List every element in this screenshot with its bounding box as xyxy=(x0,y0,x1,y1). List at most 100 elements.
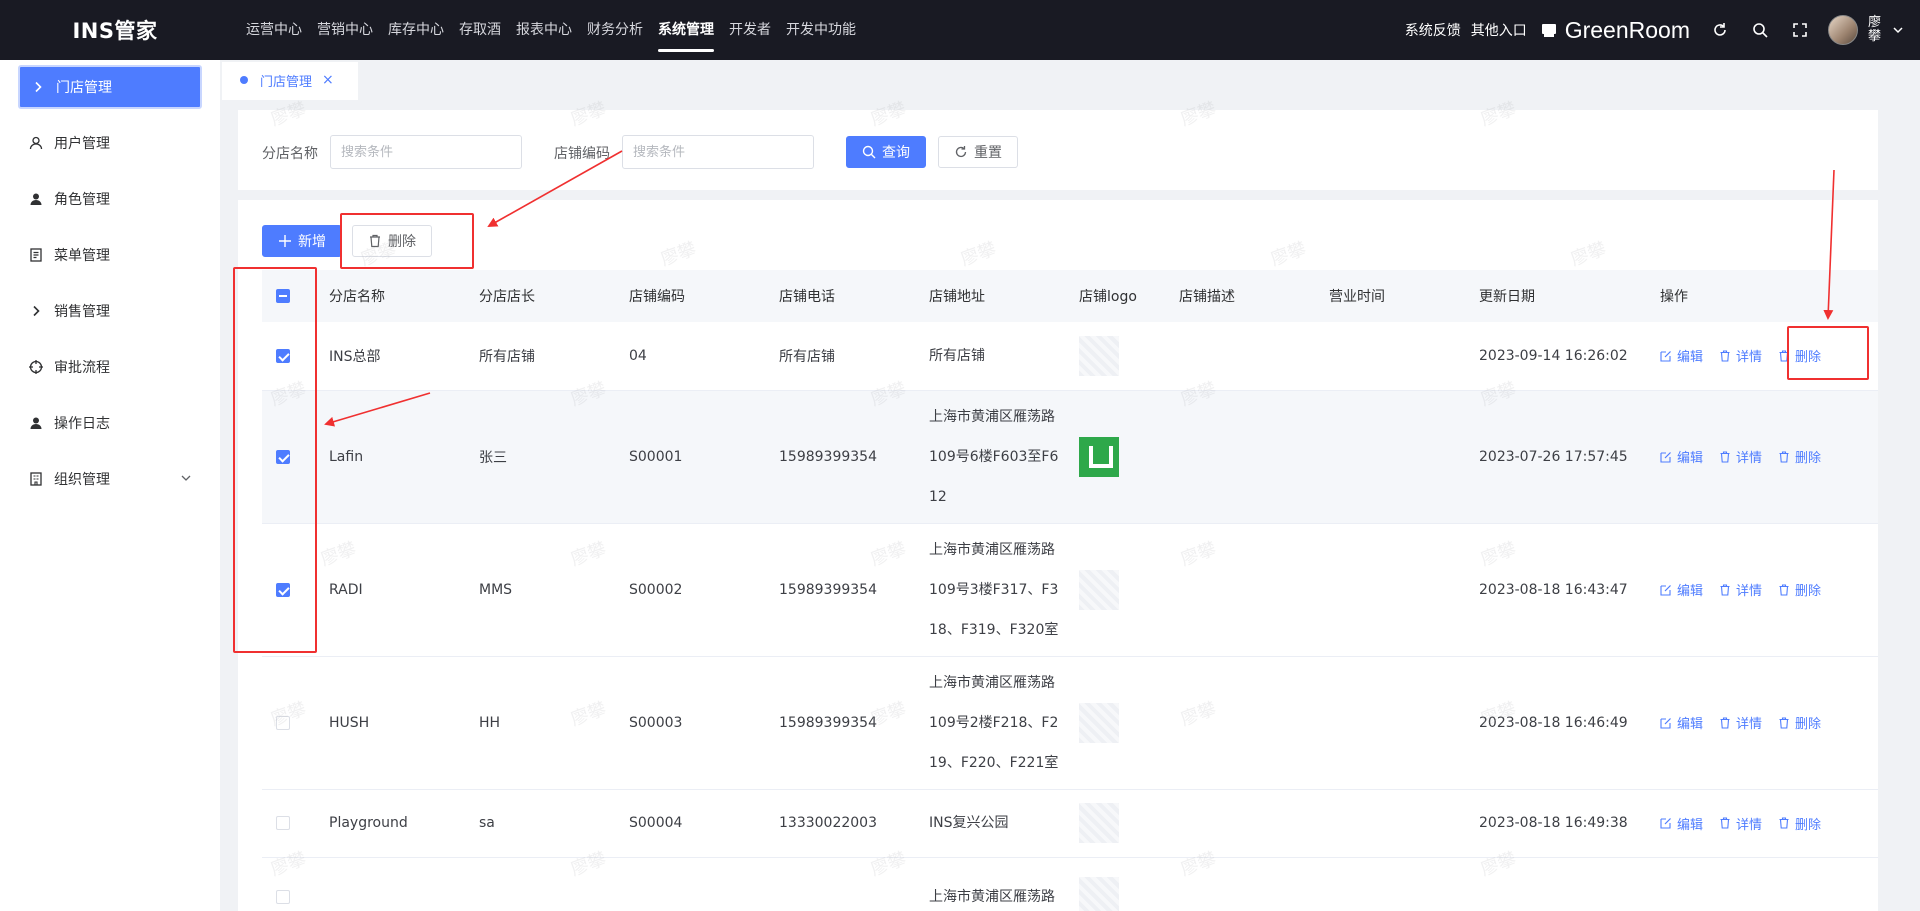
address-line: 109号3楼F317、F3 xyxy=(929,581,1059,598)
sidebar-item[interactable]: 门店管理 xyxy=(18,65,202,109)
top-nav-item[interactable]: 报表中心 xyxy=(516,0,572,60)
cell-description xyxy=(1179,523,1329,657)
row-checkbox[interactable] xyxy=(276,890,290,904)
top-nav-item[interactable]: 库存中心 xyxy=(388,0,444,60)
cell-description xyxy=(1179,789,1329,858)
user-name[interactable]: 廖攀 xyxy=(1868,16,1884,44)
tab-store-management[interactable]: 门店管理 × xyxy=(222,62,358,100)
add-label: 新增 xyxy=(298,234,326,250)
query-label: 查询 xyxy=(882,145,910,161)
table-row[interactable]: INS总部 所有店铺 04 所有店铺 所有店铺 2023-09-14 16:26:02 编辑… xyxy=(262,322,1878,391)
sidebar-item[interactable]: 操作日志 xyxy=(18,401,202,445)
cell-phone: 15989399354 xyxy=(779,390,929,524)
chevron-down-icon[interactable] xyxy=(1892,24,1904,36)
sidebar-item[interactable]: 审批流程 xyxy=(18,345,202,389)
detail-button[interactable]: 详情 xyxy=(1719,346,1762,365)
detail-button[interactable]: 详情 xyxy=(1719,580,1762,599)
cell-name: INS总部 xyxy=(329,322,479,391)
tab-bar: 门店管理 × xyxy=(220,60,1920,100)
table-row[interactable]: HUSH HH S00003 15989399354 上海市黄浦区雁荡路 109号2楼F2… xyxy=(262,656,1878,790)
cell-name xyxy=(329,857,479,911)
edit-button[interactable]: 编辑 xyxy=(1660,580,1703,599)
fullscreen-icon[interactable] xyxy=(1790,20,1810,40)
sidebar-item-label: 门店管理 xyxy=(56,80,112,96)
other-entry-link[interactable]: 其他入口 xyxy=(1471,20,1527,40)
table-row[interactable]: RADI MMS S00002 15989399354 上海市黄浦区雁荡路 109号3楼F… xyxy=(262,523,1878,657)
detail-button[interactable]: 详情 xyxy=(1719,447,1762,466)
search-panel: 分店名称 店铺编码 查询 重置 xyxy=(238,110,1878,190)
edit-button[interactable]: 编辑 xyxy=(1660,447,1703,466)
sidebar-item-label: 操作日志 xyxy=(54,416,110,432)
row-select-cell xyxy=(262,322,329,391)
sidebar-item-label: 菜单管理 xyxy=(54,248,110,264)
table-row[interactable]: 上海市黄浦区雁荡路 xyxy=(262,857,1878,911)
cell-manager: sa xyxy=(479,789,629,858)
address-line: 上海市黄浦区雁荡路 xyxy=(929,674,1055,691)
sidebar-item[interactable]: 组织管理 xyxy=(18,457,202,501)
bulk-delete-button[interactable]: 删除 xyxy=(352,225,432,257)
row-delete-button[interactable]: 删除 xyxy=(1778,346,1821,365)
delete-label: 删除 xyxy=(1795,350,1822,366)
address-line: 12 xyxy=(929,488,947,505)
edit-button[interactable]: 编辑 xyxy=(1660,814,1703,833)
row-delete-button[interactable]: 删除 xyxy=(1778,580,1821,599)
top-nav-item[interactable]: 开发中功能 xyxy=(786,0,856,60)
refresh-icon[interactable] xyxy=(1710,20,1730,40)
store-code-input[interactable] xyxy=(622,135,814,169)
trash-icon xyxy=(1779,450,1789,463)
top-nav-item[interactable]: 运营中心 xyxy=(246,0,302,60)
row-checkbox[interactable] xyxy=(276,582,290,597)
top-nav-item[interactable]: 财务分析 xyxy=(587,0,643,60)
row-checkbox[interactable] xyxy=(276,449,290,464)
table-row[interactable]: Playground sa S00004 13330022003 INS复兴公园 2023… xyxy=(262,789,1878,858)
query-button[interactable]: 查询 xyxy=(846,136,926,168)
close-icon[interactable]: × xyxy=(322,72,334,88)
edit-icon xyxy=(1660,818,1671,829)
store-name[interactable]: GreenRoom xyxy=(1565,17,1690,44)
brand-logo[interactable]: INS管家 xyxy=(0,15,230,45)
store-logo-image xyxy=(1079,702,1119,743)
address-line: 上海市黄浦区雁荡路 xyxy=(929,541,1055,558)
edit-label: 编辑 xyxy=(1677,717,1704,732)
top-nav-item[interactable]: 存取酒 xyxy=(459,0,501,60)
row-delete-button[interactable]: 删除 xyxy=(1778,814,1821,833)
sidebar-item[interactable]: 销售管理 xyxy=(18,289,202,333)
sidebar-item[interactable]: 菜单管理 xyxy=(18,233,202,277)
top-nav-item[interactable]: 营销中心 xyxy=(317,0,373,60)
trash-icon xyxy=(1779,583,1789,596)
row-delete-button[interactable]: 删除 xyxy=(1778,713,1821,732)
edit-icon xyxy=(1660,717,1671,729)
detail-button[interactable]: 详情 xyxy=(1719,814,1762,833)
select-all-checkbox[interactable] xyxy=(276,289,290,303)
sidebar-item[interactable]: 角色管理 xyxy=(18,177,202,221)
feedback-link[interactable]: 系统反馈 xyxy=(1405,20,1461,40)
top-nav-item[interactable]: 开发者 xyxy=(729,0,771,60)
reset-button[interactable]: 重置 xyxy=(938,136,1018,168)
row-checkbox[interactable] xyxy=(276,816,290,830)
detail-button[interactable]: 详情 xyxy=(1719,713,1762,732)
avatar[interactable] xyxy=(1828,15,1858,45)
sidebar-item[interactable]: 用户管理 xyxy=(18,121,202,165)
delete-label: 删除 xyxy=(1795,584,1822,599)
row-checkbox[interactable] xyxy=(276,715,290,730)
detail-label: 详情 xyxy=(1736,717,1763,732)
trash-icon xyxy=(1720,817,1730,829)
table-row[interactable]: Lafin 张三 S00001 15989399354 上海市黄浦区雁荡路 109号6楼F… xyxy=(262,390,1878,524)
store-logo-image xyxy=(1079,335,1119,376)
top-nav-item[interactable]: 系统管理 xyxy=(658,0,714,60)
edit-button[interactable]: 编辑 xyxy=(1660,346,1703,365)
cell-actions: 编辑 详情 删除 xyxy=(1660,789,1878,858)
search-icon[interactable] xyxy=(1750,20,1770,40)
branch-name-input[interactable] xyxy=(330,135,522,169)
cell-phone: 13330022003 xyxy=(779,789,929,858)
detail-label: 详情 xyxy=(1736,817,1763,833)
cell-logo xyxy=(1079,523,1179,657)
row-checkbox[interactable] xyxy=(276,348,290,363)
cell-manager: 所有店铺 xyxy=(479,322,629,391)
trash-icon xyxy=(1779,350,1789,362)
store-code-label: 店铺编码 xyxy=(554,146,610,162)
row-delete-button[interactable]: 删除 xyxy=(1778,447,1821,466)
chevron-down-icon[interactable] xyxy=(180,472,192,484)
add-button[interactable]: 新增 xyxy=(262,225,342,257)
edit-button[interactable]: 编辑 xyxy=(1660,713,1703,732)
